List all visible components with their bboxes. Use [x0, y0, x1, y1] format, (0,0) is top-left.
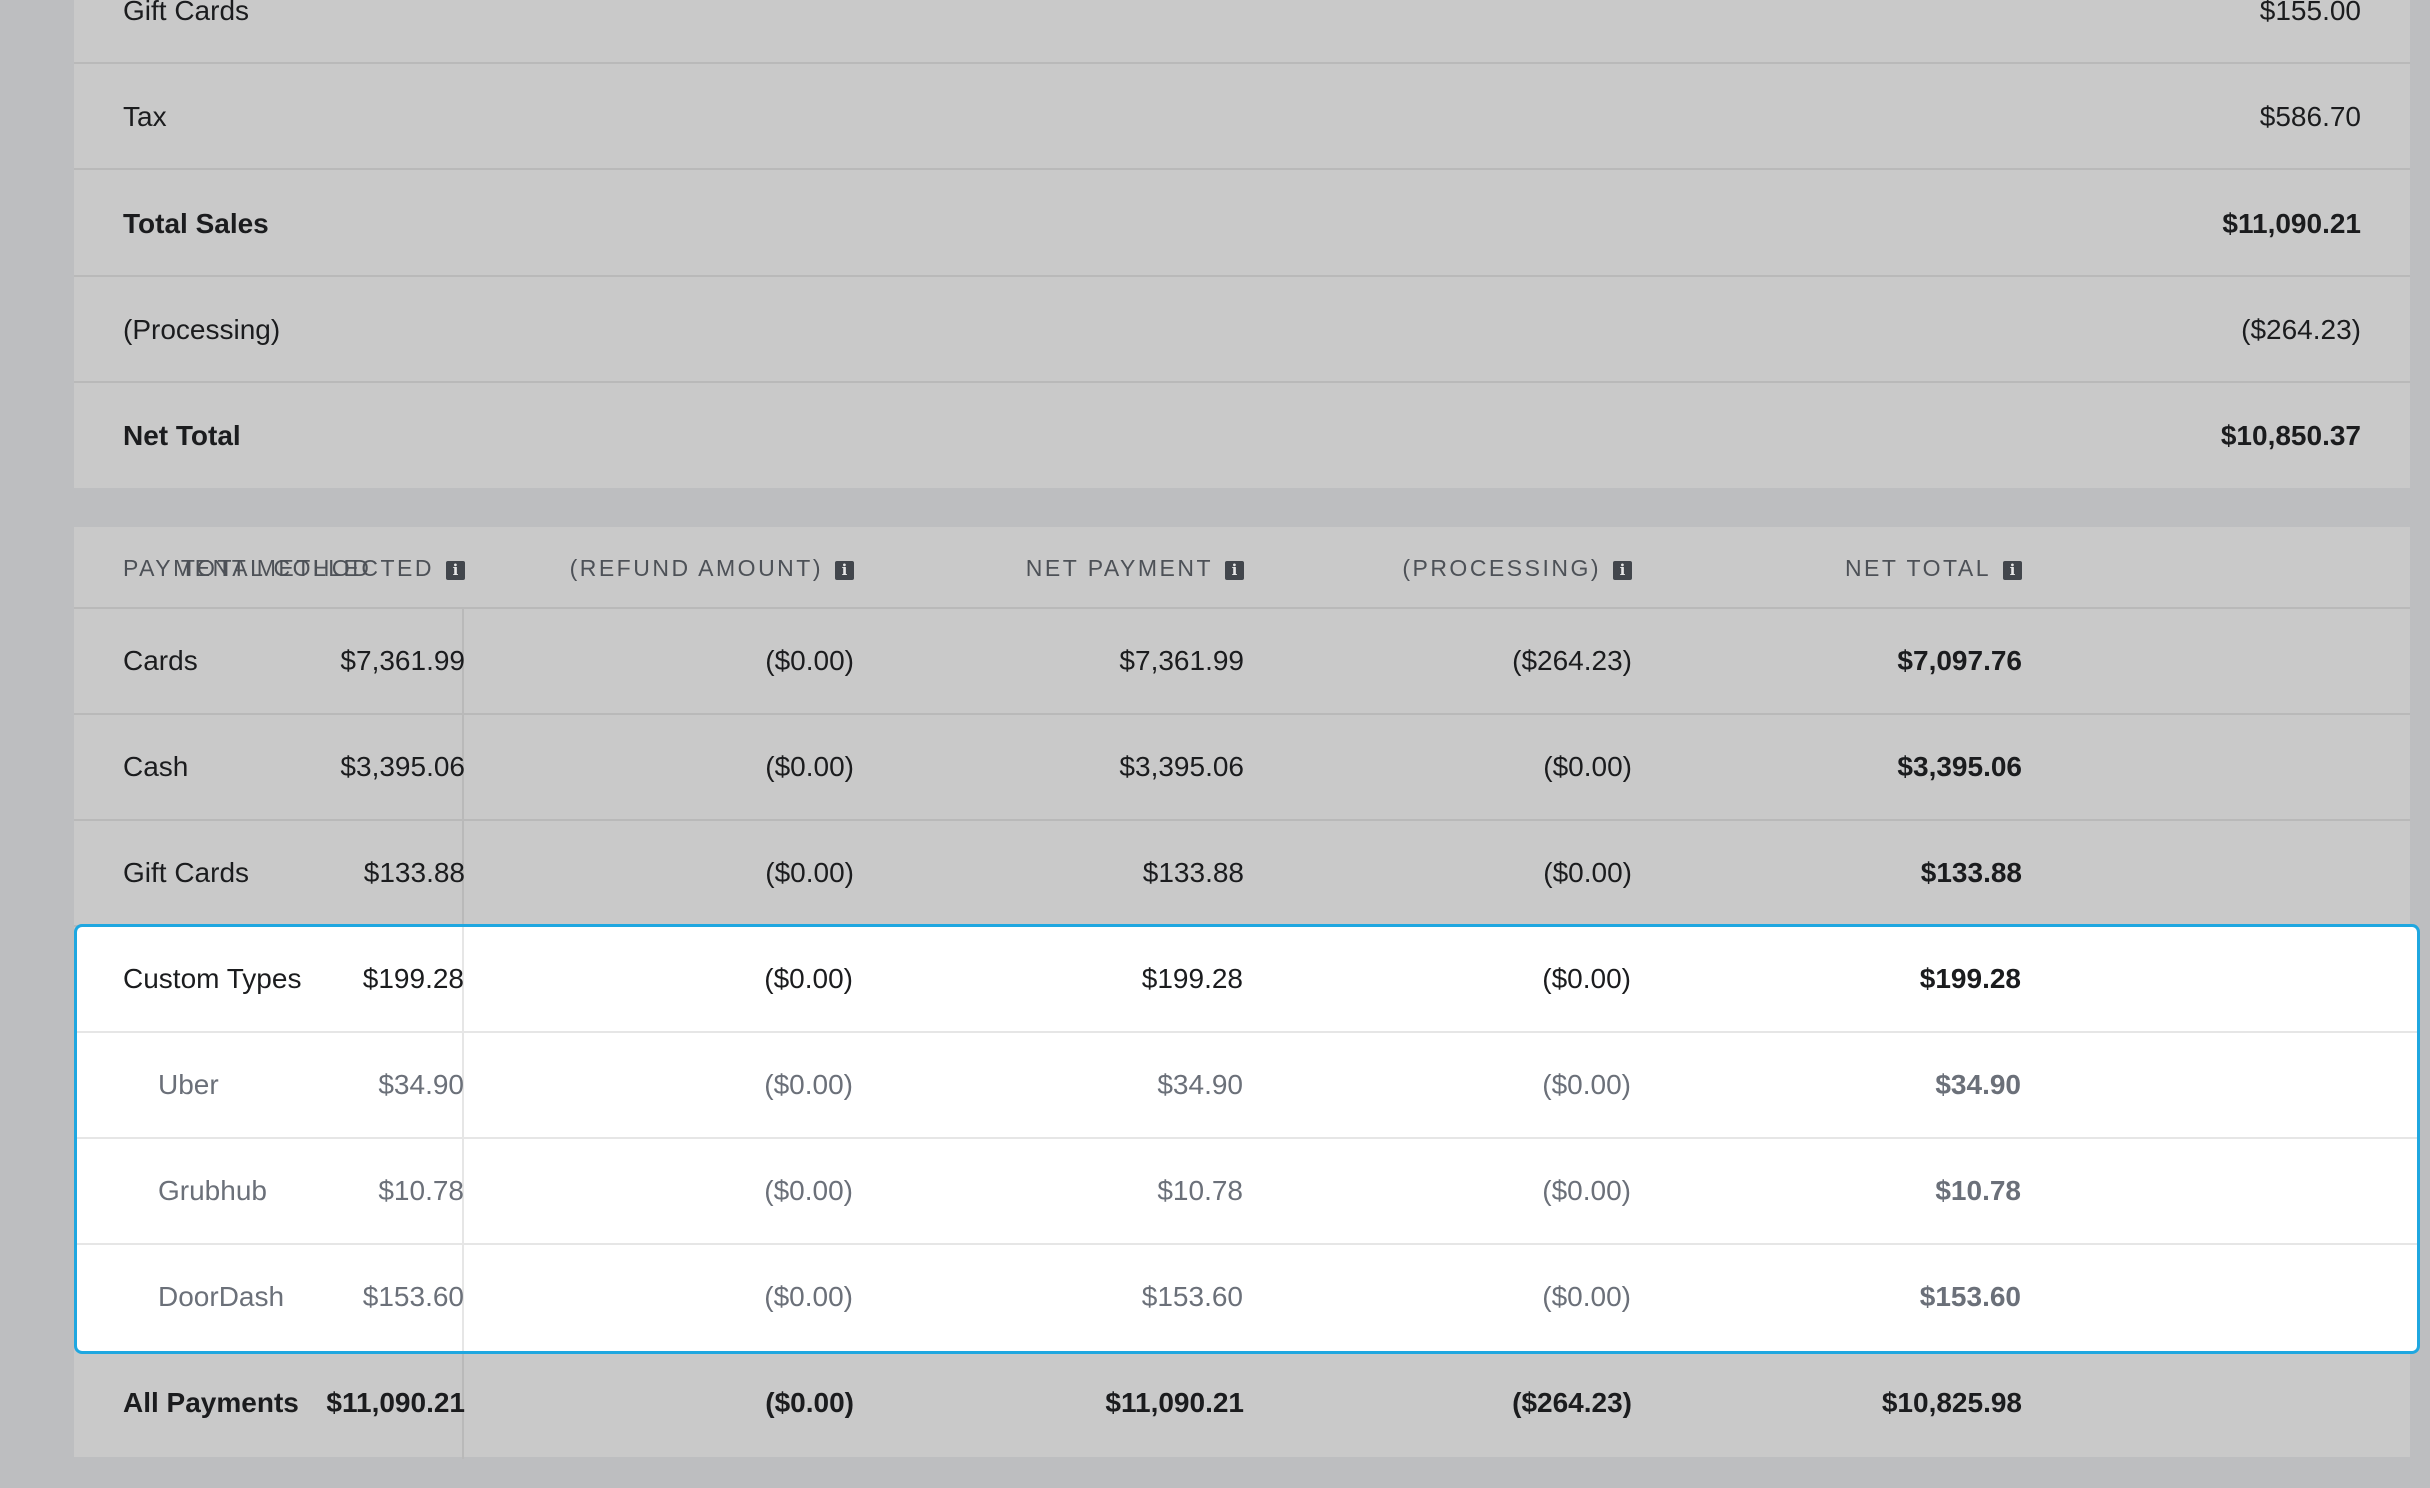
processing-cell: ($264.23)	[1512, 1387, 1632, 1418]
net-total-cell: $34.90	[1935, 1069, 2021, 1100]
processing-cell: ($0.00)	[1542, 1175, 1631, 1206]
net-total-cell: $153.60	[1919, 1281, 2021, 1312]
header-net-total: NET TOTAL i	[1845, 527, 2022, 609]
payment-method-name: Cash	[123, 751, 189, 782]
summary-label: Total Sales	[123, 208, 269, 239]
summary-label: Net Total	[123, 420, 241, 451]
total-collected-cell: $10.78	[378, 1175, 464, 1206]
summary-value: ($264.23)	[2241, 314, 2361, 345]
refund-amount-cell: ($0.00)	[764, 1069, 853, 1100]
net-payment-cell: $7,361.99	[1119, 645, 1244, 676]
header-net-payment: NET PAYMENT i	[1026, 527, 1244, 609]
summary-row-tax: Tax $586.70	[74, 64, 2410, 170]
processing-cell: ($0.00)	[1542, 963, 1631, 994]
processing-cell: ($0.00)	[1543, 857, 1632, 888]
payment-method-name: Uber	[158, 1069, 219, 1100]
net-total-cell: $7,097.76	[1897, 645, 2022, 676]
net-total-cell: $3,395.06	[1897, 751, 2022, 782]
table-row-all-payments: All Payments $11,090.21 ($0.00) $11,090.…	[74, 1351, 2410, 1459]
payment-method-name: Custom Types	[123, 963, 302, 994]
total-collected-cell: $3,395.06	[340, 751, 465, 782]
summary-row-processing: (Processing) ($264.23)	[74, 277, 2410, 383]
table-row-cash: Cash $3,395.06 ($0.00) $3,395.06 ($0.00)…	[74, 715, 2410, 821]
net-payment-cell: $10.78	[1157, 1175, 1243, 1206]
summary-value: $10,850.37	[2220, 420, 2361, 451]
table-row-gift-cards: Gift Cards $133.88 ($0.00) $133.88 ($0.0…	[74, 821, 2410, 927]
custom-types-highlight: Custom Types $199.28 ($0.00) $199.28 ($0…	[74, 924, 2420, 1354]
payment-method-name: DoorDash	[158, 1281, 285, 1312]
total-collected-cell: $153.60	[362, 1281, 464, 1312]
info-icon[interactable]: i	[446, 561, 465, 580]
summary-value: $11,090.21	[2222, 208, 2361, 239]
table-header-row: PAYMENT METHOD TOTAL COLLECTED i (REFUND …	[74, 527, 2410, 609]
summary-label: Tax	[123, 101, 167, 132]
header-processing: (PROCESSING) i	[1402, 527, 1632, 609]
payment-method-name: Gift Cards	[123, 857, 250, 888]
refund-amount-cell: ($0.00)	[765, 751, 854, 782]
refund-amount-cell: ($0.00)	[765, 1387, 854, 1418]
net-payment-cell: $34.90	[1157, 1069, 1243, 1100]
table-row-custom-types[interactable]: Custom Types $199.28 ($0.00) $199.28 ($0…	[77, 927, 2417, 1033]
processing-cell: ($264.23)	[1512, 645, 1632, 676]
summary-value: $586.70	[2259, 101, 2361, 132]
summary-label: (Processing)	[123, 314, 281, 345]
net-total-cell: $133.88	[1920, 857, 2022, 888]
total-collected-cell: $133.88	[363, 857, 465, 888]
info-icon[interactable]: i	[835, 561, 854, 580]
total-collected-cell: $11,090.21	[326, 1387, 465, 1418]
table-row-uber: Uber $34.90 ($0.00) $34.90 ($0.00) $34.9…	[77, 1033, 2417, 1139]
refund-amount-cell: ($0.00)	[764, 963, 853, 994]
processing-cell: ($0.00)	[1542, 1069, 1631, 1100]
summary-label: Gift Cards	[123, 0, 250, 26]
info-icon[interactable]: i	[2003, 561, 2022, 580]
total-collected-cell: $34.90	[378, 1069, 464, 1100]
report-page: Gift Cards $155.00 Tax $586.70 Total Sal…	[0, 0, 2430, 1488]
net-total-cell: $199.28	[1919, 963, 2021, 994]
table-row-cards: Cards $7,361.99 ($0.00) $7,361.99 ($264.…	[74, 609, 2410, 715]
total-collected-cell: $7,361.99	[340, 645, 465, 676]
net-total-cell: $10,825.98	[1881, 1387, 2022, 1418]
summary-row-gift-cards: Gift Cards $155.00	[74, 0, 2410, 64]
summary-row-net-total: Net Total $10,850.37	[74, 383, 2410, 489]
info-icon[interactable]: i	[1225, 561, 1244, 580]
processing-cell: ($0.00)	[1543, 751, 1632, 782]
payment-method-name: All Payments	[123, 1387, 299, 1418]
net-payment-cell: $3,395.06	[1119, 751, 1244, 782]
net-payment-cell: $199.28	[1141, 963, 1243, 994]
refund-amount-cell: ($0.00)	[765, 857, 854, 888]
refund-amount-cell: ($0.00)	[764, 1281, 853, 1312]
net-payment-cell: $11,090.21	[1105, 1387, 1244, 1418]
header-total-collected: TOTAL COLLECTED i	[181, 527, 465, 609]
net-payment-cell: $133.88	[1142, 857, 1244, 888]
header-refund-amount: (REFUND AMOUNT) i	[570, 527, 854, 609]
table-row-grubhub: Grubhub $10.78 ($0.00) $10.78 ($0.00) $1…	[77, 1139, 2417, 1245]
total-collected-cell: $199.28	[362, 963, 464, 994]
payment-method-name: Grubhub	[158, 1175, 267, 1206]
processing-cell: ($0.00)	[1542, 1281, 1631, 1312]
payment-method-name: Cards	[123, 645, 198, 676]
summary-value: $155.00	[2259, 0, 2361, 26]
net-total-cell: $10.78	[1935, 1175, 2021, 1206]
table-row-doordash: DoorDash $153.60 ($0.00) $153.60 ($0.00)…	[77, 1245, 2417, 1351]
refund-amount-cell: ($0.00)	[765, 645, 854, 676]
summary-row-total-sales: Total Sales $11,090.21	[74, 171, 2410, 277]
sales-summary-card: Gift Cards $155.00 Tax $586.70 Total Sal…	[74, 0, 2410, 488]
net-payment-cell: $153.60	[1141, 1281, 1243, 1312]
refund-amount-cell: ($0.00)	[764, 1175, 853, 1206]
info-icon[interactable]: i	[1613, 561, 1632, 580]
